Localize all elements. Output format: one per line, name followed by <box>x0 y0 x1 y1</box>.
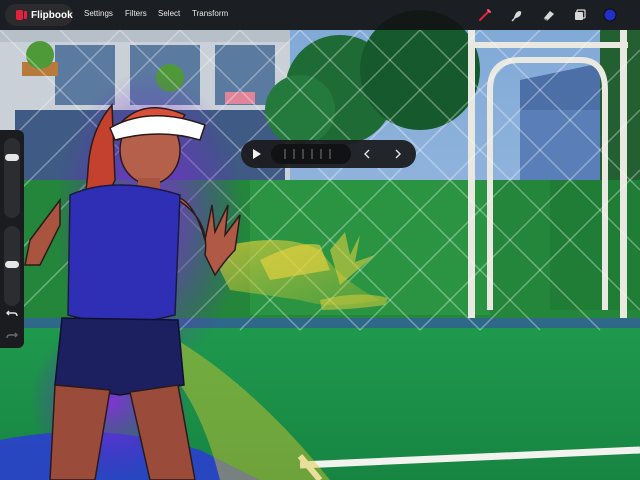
eraser-icon[interactable] <box>542 8 556 22</box>
redo-icon[interactable] <box>5 328 19 342</box>
menu-settings[interactable]: Settings <box>84 9 113 18</box>
brush-size-thumb[interactable] <box>5 154 19 161</box>
menu-transform[interactable]: Transform <box>192 9 228 18</box>
brush-icon[interactable] <box>478 8 492 22</box>
left-sidebar <box>0 130 24 348</box>
opacity-thumb[interactable] <box>5 261 19 268</box>
app-menu-button[interactable]: Flipbook <box>5 4 73 26</box>
layers-icon[interactable] <box>573 8 587 22</box>
brush-size-slider[interactable] <box>4 138 20 218</box>
playback-bar <box>241 140 416 168</box>
opacity-slider[interactable] <box>4 226 20 306</box>
next-frame-icon[interactable] <box>390 146 406 162</box>
app-title: Flipbook <box>31 9 73 21</box>
color-swatch[interactable] <box>603 8 617 22</box>
menu-select[interactable]: Select <box>158 9 180 18</box>
previous-frame-icon[interactable] <box>359 146 375 162</box>
top-toolbar: Flipbook Settings Filters Select Transfo… <box>0 0 640 30</box>
drawing-canvas[interactable] <box>0 0 640 480</box>
undo-icon[interactable] <box>5 306 19 320</box>
menu-filters[interactable]: Filters <box>125 9 147 18</box>
smudge-icon[interactable] <box>510 8 524 22</box>
frame-strip[interactable] <box>271 144 351 164</box>
play-icon[interactable] <box>249 147 263 161</box>
app-logo-icon <box>16 10 28 20</box>
